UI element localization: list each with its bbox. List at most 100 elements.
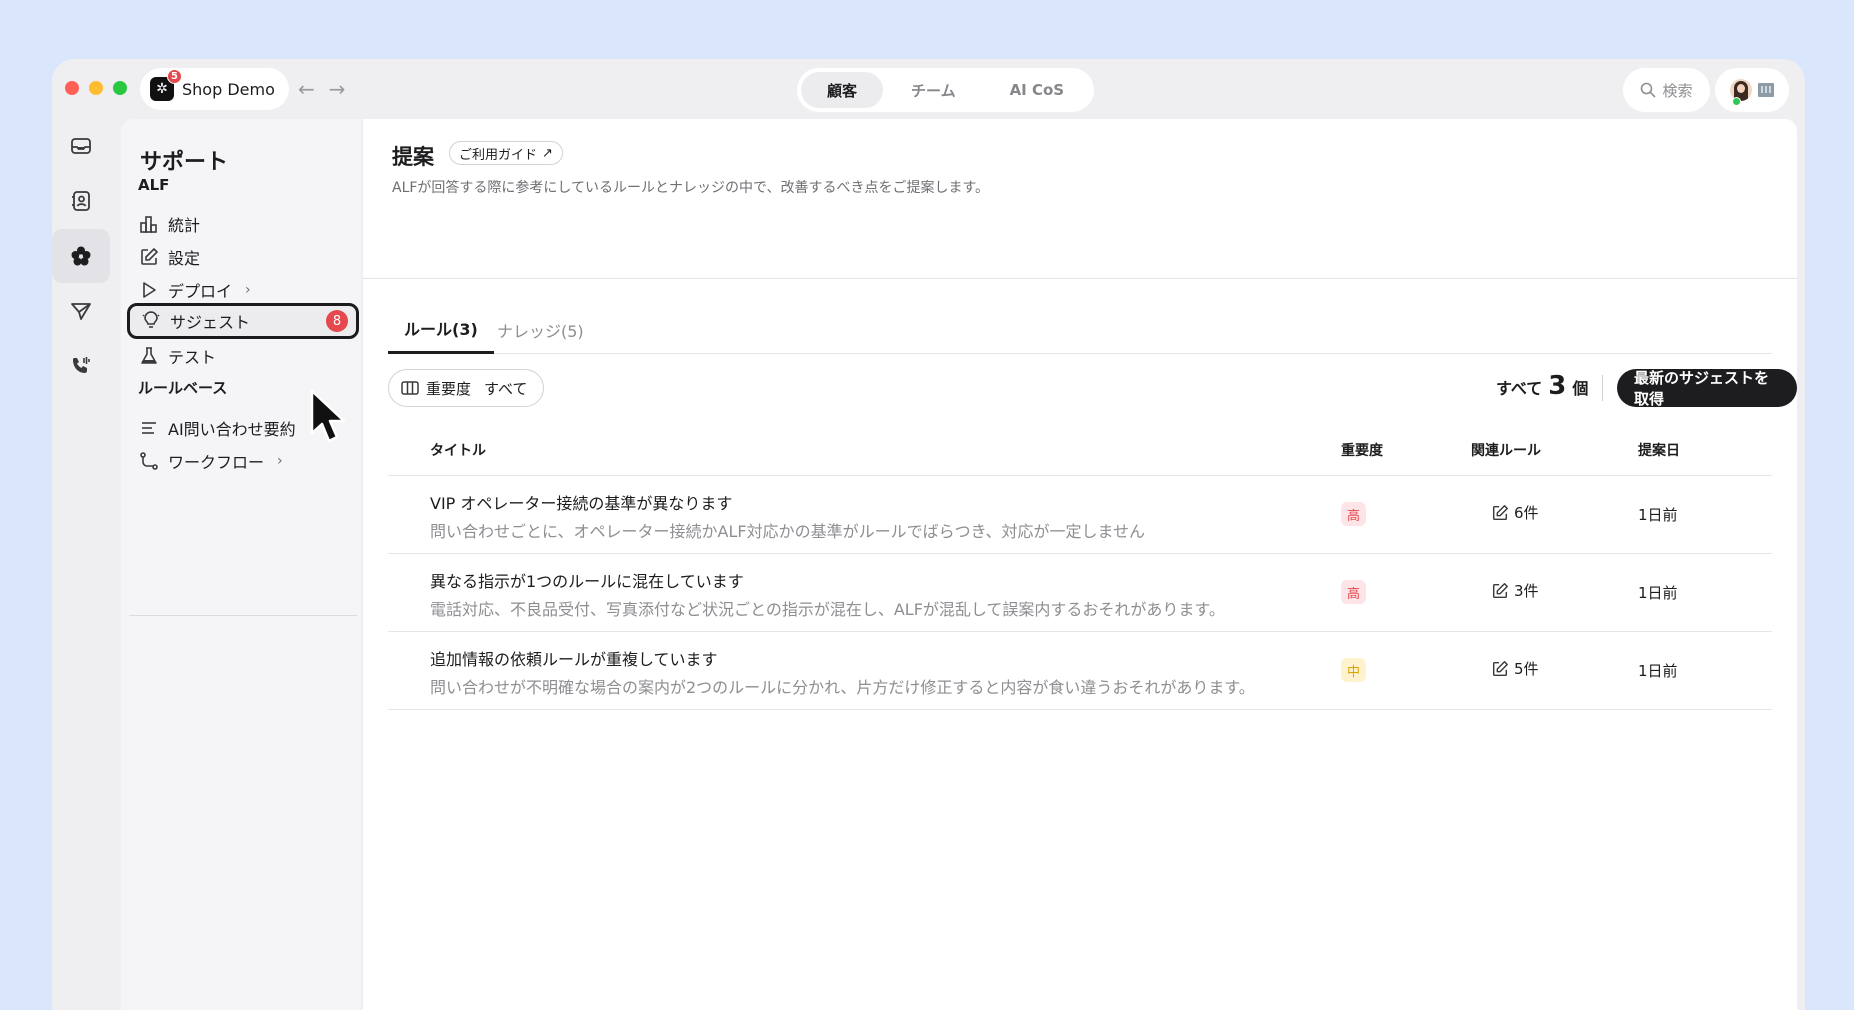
filter-value: すべて — [484, 379, 528, 398]
filter-label: 重要度 — [426, 379, 472, 398]
chevron-right-icon: › — [277, 453, 283, 469]
window-controls — [65, 81, 127, 95]
column-header-date[interactable]: 提案日 — [1638, 440, 1680, 460]
table-row[interactable]: 追加情報の依頼ルールが重複しています 問い合わせが不明確な場合の案内が2つのルー… — [388, 632, 1772, 710]
page-description: ALFが回答する際に参考にしているルールとナレッジの中で、改善するべき点をご提案… — [392, 180, 990, 196]
tab-knowledge[interactable]: ナレッジ(5) — [497, 305, 584, 354]
segment-team[interactable]: チーム — [885, 72, 982, 108]
related-count: 5件 — [1514, 660, 1539, 678]
rail-alf[interactable] — [52, 229, 110, 283]
tab-bar: ルール(3) ナレッジ(5) — [388, 305, 1772, 354]
count-suffix: 個 — [1572, 379, 1589, 398]
inbox-icon — [71, 138, 91, 154]
send-icon — [71, 303, 91, 320]
row-description: 電話対応、不良品受付、写真添付など状況ごとの指示が混在し、ALFが混乱して誤案内… — [430, 600, 1225, 619]
rail-campaign[interactable] — [52, 284, 110, 338]
column-header-severity[interactable]: 重要度 — [1341, 440, 1383, 460]
row-title: 異なる指示が1つのルールに混在しています — [430, 572, 744, 591]
contact-icon — [72, 191, 90, 211]
sidebar-divider — [129, 615, 357, 616]
workflow-icon — [140, 452, 158, 470]
section-alf: ALF — [138, 176, 170, 194]
header-divider — [363, 278, 1797, 279]
suggested-date: 1日前 — [1638, 662, 1678, 680]
severity-badge: 高 — [1341, 580, 1367, 604]
app-window: ✲ 5 Shop Demo ← → 顧客 チーム AI CoS 検索 サポート … — [52, 59, 1805, 1010]
user-guide-link[interactable]: ご利用ガイド ↗ — [449, 141, 563, 165]
fetch-latest-suggestions-button[interactable]: 最新のサジェストを取得 — [1617, 369, 1797, 408]
online-status-dot — [1732, 97, 1741, 106]
rail-phone[interactable] — [52, 339, 110, 393]
severity-filter[interactable]: 重要度 すべて — [388, 369, 545, 407]
count-number: 3 — [1548, 371, 1567, 401]
result-count: すべて 3 個 — [1496, 371, 1588, 405]
edit-icon — [1492, 504, 1508, 520]
columns-icon — [401, 381, 419, 395]
severity-badge: 高 — [1341, 502, 1367, 526]
notification-badge: 5 — [167, 69, 182, 84]
edit-icon — [141, 248, 158, 265]
search-button[interactable]: 検索 — [1623, 68, 1710, 112]
external-link-icon: ↗ — [542, 145, 553, 161]
section-rulebase: ルールベース — [138, 379, 228, 397]
column-header-title[interactable]: タイトル — [430, 440, 486, 460]
list-icon — [142, 422, 156, 434]
bar-chart-icon — [140, 216, 157, 233]
profile-button[interactable] — [1715, 68, 1789, 112]
workspace-switcher[interactable]: ✲ 5 Shop Demo — [140, 68, 289, 110]
main-panel: 提案 ご利用ガイド ↗ ALFが回答する際に参考にしているルールとナレッジの中で… — [363, 119, 1797, 1010]
workspace-name: Shop Demo — [182, 79, 275, 99]
minimize-window-button[interactable] — [89, 81, 103, 95]
rail-inbox[interactable] — [52, 119, 110, 173]
forward-arrow-icon[interactable]: → — [329, 77, 346, 101]
suggestions-table: タイトル 重要度 関連ルール 提案日 VIP オペレーター接続の基準が異なります… — [388, 421, 1772, 710]
sidebar-item-settings[interactable]: 設定 — [135, 239, 355, 275]
back-arrow-icon[interactable]: ← — [298, 77, 315, 101]
sidebar-item-label: デプロイ — [168, 282, 233, 301]
column-header-related[interactable]: 関連ルール — [1471, 440, 1541, 460]
related-rules: 5件 — [1491, 658, 1539, 679]
play-icon — [143, 282, 156, 298]
sidebar-item-stats[interactable]: 統計 — [135, 206, 355, 242]
zoom-window-button[interactable] — [113, 81, 127, 95]
history-nav: ← → — [298, 77, 346, 101]
related-count: 6件 — [1514, 504, 1539, 522]
row-description: 問い合わせが不明確な場合の案内が2つのルールに分かれ、片方だけ修正すると内容が食… — [430, 678, 1255, 697]
sidebar-item-label: AI問い合わせ要約 — [168, 420, 296, 439]
sidebar-title: サポート — [140, 150, 229, 175]
row-description: 問い合わせごとに、オペレーター接続かALF対応かの基準がルールでばらつき、対応が… — [430, 522, 1145, 541]
sidebar-item-label: 統計 — [168, 216, 201, 235]
table-row[interactable]: VIP オペレーター接続の基準が異なります 問い合わせごとに、オペレーター接続か… — [388, 476, 1772, 554]
sidebar-item-test[interactable]: テスト — [135, 338, 355, 374]
flask-icon — [141, 347, 157, 364]
suggest-count-badge: 8 — [326, 310, 348, 332]
segment-customer[interactable]: 顧客 — [801, 72, 884, 108]
row-title: VIP オペレーター接続の基準が異なります — [430, 494, 733, 513]
chevron-right-icon: › — [245, 282, 251, 298]
page-title: 提案 — [392, 145, 434, 169]
phone-icon — [73, 357, 90, 373]
sidebar-item-label: 設定 — [168, 249, 201, 268]
close-window-button[interactable] — [65, 81, 79, 95]
flower-icon — [71, 246, 91, 266]
sidebar-item-label: テスト — [168, 348, 217, 367]
edit-icon — [1492, 582, 1508, 598]
table-row[interactable]: 異なる指示が1つのルールに混在しています 電話対応、不良品受付、写真添付など状況… — [388, 554, 1772, 632]
building-icon — [1758, 83, 1774, 97]
guide-label: ご利用ガイド — [459, 147, 538, 163]
related-rules: 6件 — [1491, 502, 1539, 523]
mouse-cursor-icon — [310, 389, 346, 443]
shop-logo-icon: ✲ 5 — [150, 69, 182, 101]
segment-ai-cos[interactable]: AI CoS — [984, 72, 1091, 108]
sidebar-item-label: サジェスト — [170, 313, 251, 332]
sidebar-item-suggest[interactable]: サジェスト 8 — [127, 303, 359, 339]
edit-icon — [1492, 660, 1508, 676]
related-rules: 3件 — [1491, 580, 1539, 601]
table-header: タイトル 重要度 関連ルール 提案日 — [388, 421, 1772, 476]
sidebar-item-label: ワークフロー — [168, 453, 265, 472]
tab-rules[interactable]: ルール(3) — [388, 305, 494, 354]
sidebar-item-workflow[interactable]: ワークフロー › — [135, 443, 355, 479]
rail-contacts[interactable] — [52, 174, 110, 228]
severity-badge: 中 — [1341, 658, 1367, 682]
search-icon — [1641, 82, 1656, 98]
